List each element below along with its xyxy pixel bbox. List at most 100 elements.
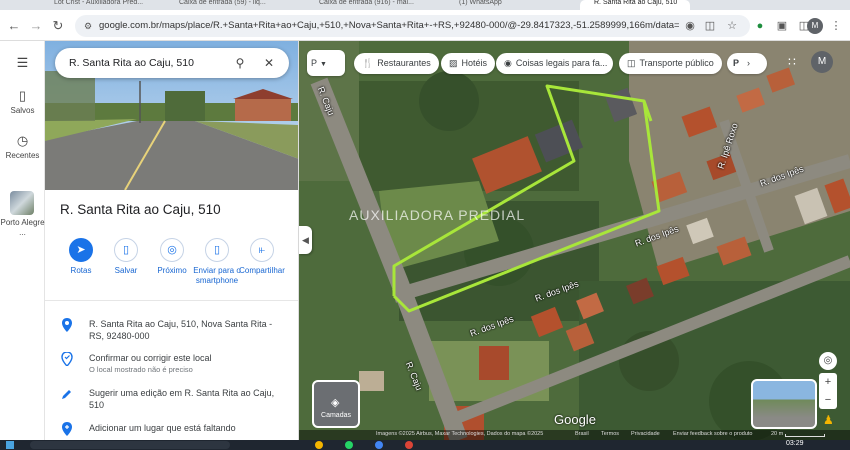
chip-things-to-do[interactable]: ◉ Coisas legais para fa... [496,53,613,74]
chip-label: Coisas legais para fa... [515,58,608,68]
share-label: Compartilhar [239,266,285,275]
site-info-icon[interactable]: ⚙ [81,19,95,33]
browser-tab[interactable]: Lot Crist - Auxiliadora Pred... [40,0,160,10]
footer-link[interactable]: Brasil [575,431,589,437]
camera-icon: ◉ [504,58,512,68]
street-view-preview[interactable] [751,379,817,429]
taskbar-app-icon[interactable] [375,441,383,449]
send-to-phone-icon: ▯ [205,238,229,262]
confirm-location-text: Confirmar ou corrigir este local O local… [89,352,289,376]
footer-link[interactable]: Enviar feedback sobre o produto [673,431,753,437]
maps-left-rail: ☰ ▯ Salvos ◷ Recentes Porto Alegre ... [0,41,45,440]
satellite-map[interactable]: AUXILIADORA PREDIAL R. Caju R. Caju R. d… [299,41,850,440]
location-check-icon [61,352,73,366]
place-side-panel: R. Santa Rita ao Caju, 510 ⚲ ✕ R. Santa … [45,41,299,440]
chevron-right-icon: › [747,58,751,68]
windows-start-icon[interactable] [6,441,14,449]
map-type-dropdown[interactable]: P ▼ [307,50,345,76]
back-icon[interactable]: ← [6,18,22,34]
collapse-panel-button[interactable]: ◀ [299,226,312,254]
divider [45,300,298,301]
browser-toolbar: ← → ↻ ⚙ google.com.br/maps/place/R.+Sant… [0,10,850,41]
suggest-edit-text: Sugerir uma edição em R. Santa Rita ao C… [89,388,275,410]
account-avatar[interactable]: M [811,51,833,73]
crosshair-icon: ◎ [823,355,833,366]
street-view-photo[interactable]: R. Santa Rita ao Caju, 510 ⚲ ✕ [45,41,298,190]
place-title: R. Santa Rita ao Caju, 510 [60,202,221,217]
layers-button[interactable]: Camadas ◈ [312,380,360,428]
address-bar[interactable]: ⚙ google.com.br/maps/place/R.+Santa+Rita… [75,15,750,37]
search-icon[interactable]: ⚲ [233,56,247,70]
extension-icon[interactable]: ● [753,19,767,33]
browser-tab[interactable]: Caixa de entrada (59) - liq... [165,0,290,10]
zoom-out-button[interactable]: − [819,391,837,409]
browser-tab[interactable]: (1) WhatsApp [445,0,565,10]
scale-label: 20 m [771,431,784,437]
forward-icon[interactable]: → [28,18,44,34]
os-taskbar: 03:29 [0,440,850,450]
chip-hotels[interactable]: ▨ Hotéis [441,53,496,74]
footer-link[interactable]: Privacidade [631,431,660,437]
more-menu-icon[interactable]: ⋮ [829,19,843,33]
bed-icon: ▨ [449,58,458,68]
close-icon[interactable]: ✕ [262,56,276,70]
dropdown-icon: ▼ [320,61,327,68]
directions-icon: ➤ [69,238,93,262]
search-box[interactable]: R. Santa Rita ao Caju, 510 ⚲ ✕ [55,48,289,78]
zoom-in-button[interactable]: + [819,373,837,391]
address-text: R. Santa Rita ao Caju, 510, Nova Santa R… [89,319,273,341]
scale-bar [785,434,825,437]
star-icon[interactable]: ☆ [725,19,739,33]
install-icon[interactable]: ◫ [703,19,717,33]
location-pin-icon [62,318,72,332]
recent-label: Recentes [5,151,40,160]
location-icon[interactable]: ◉ [683,19,697,33]
zoom-controls: + − [819,373,837,409]
confirm-location-label: Confirmar ou corrigir este local [89,353,212,363]
browser-tab-bar: Lot Crist - Auxiliadora Pred... Caixa de… [0,0,850,10]
profile-avatar[interactable]: M [807,18,823,34]
pegman-icon[interactable]: ♟ [823,413,834,427]
chip-transit[interactable]: ◫ Transporte público [619,53,722,74]
my-location-button[interactable]: ◎ [819,352,837,370]
puzzle-icon[interactable]: ▣ [775,19,789,33]
chevron-left-icon: ◀ [302,235,309,245]
watermark-text: AUXILIADORA PREDIAL [349,207,526,223]
pencil-icon [62,390,71,399]
fork-knife-icon: 🍴 [362,58,374,68]
chip-label: Restaurantes [377,58,431,68]
browser-tab-active[interactable]: R. Santa Rita ao Caju, 510 [580,0,690,10]
nearby-icon: ◎ [160,238,184,262]
saved-label: Salvos [10,106,35,115]
bookmark-icon: ▯ [114,238,138,262]
confirm-location-sub: O local mostrado não é preciso [89,365,193,374]
chip-restaurants[interactable]: 🍴 Restaurantes [354,53,439,74]
taskbar-app-icon[interactable] [345,441,353,449]
add-location-icon [62,422,72,436]
save-button[interactable]: ▯ Salvar [100,238,152,276]
url-text: google.com.br/maps/place/R.+Santa+Rita+a… [99,20,679,31]
parking-icon: P [733,58,740,68]
layers-label: Camadas [321,412,351,419]
share-icon: ⫦ [250,238,274,262]
search-input[interactable]: R. Santa Rita ao Caju, 510 [69,57,194,69]
history-icon: ◷ [16,133,29,148]
chip-more[interactable]: P › [727,53,767,74]
recent-place-thumbnail[interactable] [10,191,34,215]
menu-button[interactable]: ☰ [0,55,45,73]
taskbar-app-icon[interactable] [405,441,413,449]
apps-grid-icon[interactable]: ∷ [785,55,799,69]
bookmark-icon: ▯ [18,88,27,103]
chip-label: Transporte público [639,58,714,68]
share-button[interactable]: ⫦ Compartilhar [236,238,288,276]
footer-link[interactable]: Termos [601,431,619,437]
parking-filter-label: P [311,58,318,68]
reload-icon[interactable]: ↻ [50,18,66,34]
menu-icon: ☰ [16,55,29,70]
browser-tab[interactable]: Caixa de entrada (916) - mai... [305,0,435,10]
taskbar-search[interactable] [30,441,230,449]
map-attribution: Imagens ©2025 Airbus, Maxar Technologies… [376,431,544,437]
recent-button[interactable]: ◷ Recentes [0,133,45,160]
taskbar-app-icon[interactable] [315,441,323,449]
saved-button[interactable]: ▯ Salvos [0,88,45,115]
